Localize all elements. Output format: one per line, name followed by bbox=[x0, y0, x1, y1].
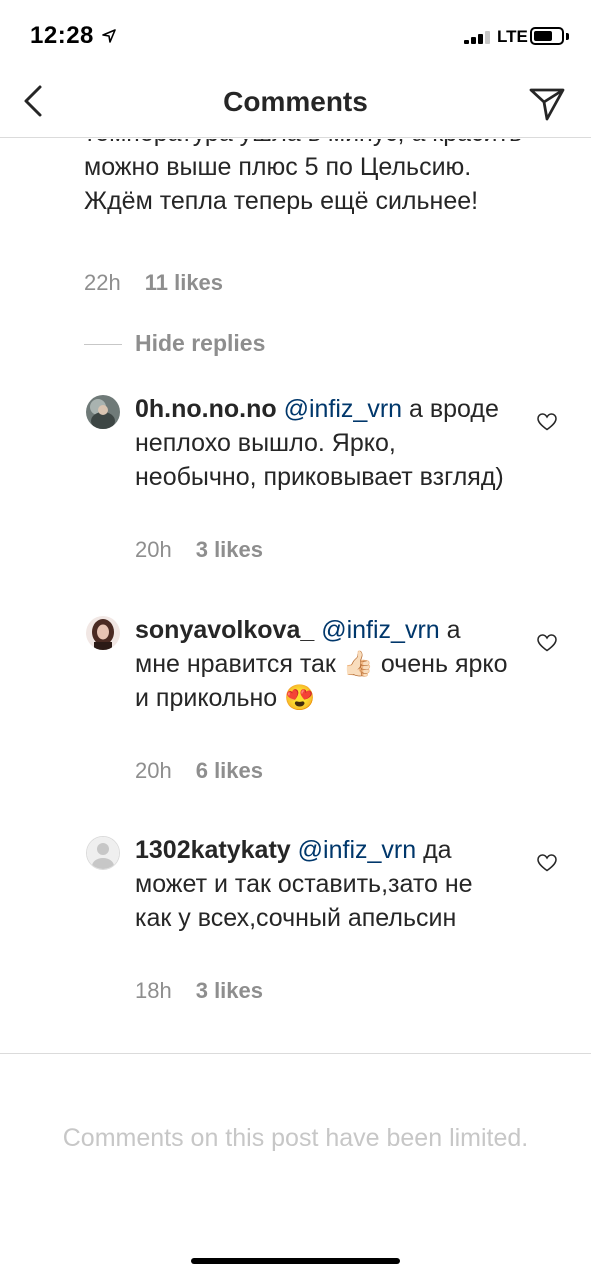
heart-icon[interactable] bbox=[537, 634, 557, 652]
reply-meta: 20h 6 likes bbox=[135, 758, 263, 784]
battery-icon bbox=[530, 27, 564, 45]
avatar[interactable] bbox=[86, 836, 120, 870]
comments-limited-notice: Comments on this post have been limited. bbox=[62, 1124, 529, 1152]
heart-icon[interactable] bbox=[537, 854, 557, 872]
comment-time: 20h bbox=[135, 537, 172, 562]
signal-strength-icon bbox=[464, 30, 494, 44]
reply-mention[interactable]: @infiz_vrn bbox=[284, 395, 402, 423]
like-count[interactable]: 6 likes bbox=[196, 758, 263, 783]
hide-replies-line bbox=[84, 344, 122, 345]
reply-mention[interactable]: @infiz_vrn bbox=[298, 836, 416, 864]
like-count[interactable]: 11 likes bbox=[145, 270, 223, 295]
location-arrow-icon bbox=[102, 29, 116, 43]
avatar[interactable] bbox=[86, 395, 120, 429]
status-bar: 12:28 LTE bbox=[0, 0, 591, 70]
avatar[interactable] bbox=[86, 616, 120, 650]
comment-time: 22h bbox=[84, 270, 121, 295]
page-title: Comments bbox=[223, 86, 368, 117]
nav-bar: Comments bbox=[0, 70, 591, 138]
reply-meta: 18h 3 likes bbox=[135, 978, 263, 1004]
reply-text: 1302katykaty @infiz_vrn да может и так о… bbox=[135, 833, 510, 935]
reply-username[interactable]: 0h.no.no.no bbox=[135, 395, 277, 423]
hide-replies-label[interactable]: Hide replies bbox=[135, 330, 265, 357]
heart-icon[interactable] bbox=[537, 413, 557, 431]
comment-time: 20h bbox=[135, 758, 172, 783]
reply-meta: 20h 3 likes bbox=[135, 537, 263, 563]
status-time: 12:28 bbox=[30, 22, 94, 49]
parent-comment-meta: 22h 11 likes bbox=[84, 270, 223, 296]
home-indicator[interactable] bbox=[191, 1258, 400, 1264]
comments-list[interactable]: температура ушла в минус, а красить можн… bbox=[0, 139, 591, 1054]
reply-username[interactable]: sonyavolkova_ bbox=[135, 616, 314, 644]
like-count[interactable]: 3 likes bbox=[196, 978, 263, 1003]
reply-text: 0h.no.no.no @infiz_vrn а вроде неплохо в… bbox=[135, 392, 510, 494]
like-count[interactable]: 3 likes bbox=[196, 537, 263, 562]
reply-username[interactable]: 1302katykaty bbox=[135, 836, 291, 864]
reply-text: sonyavolkova_ @infiz_vrn а мне нравится … bbox=[135, 613, 510, 715]
comment-time: 18h bbox=[135, 978, 172, 1003]
footer-divider bbox=[0, 1053, 591, 1054]
network-type: LTE bbox=[497, 27, 528, 46]
battery-tip bbox=[566, 33, 569, 40]
parent-comment-text: температура ушла в минус, а красить можн… bbox=[84, 139, 522, 215]
reply-mention[interactable]: @infiz_vrn bbox=[321, 616, 439, 644]
send-icon[interactable] bbox=[528, 84, 566, 122]
